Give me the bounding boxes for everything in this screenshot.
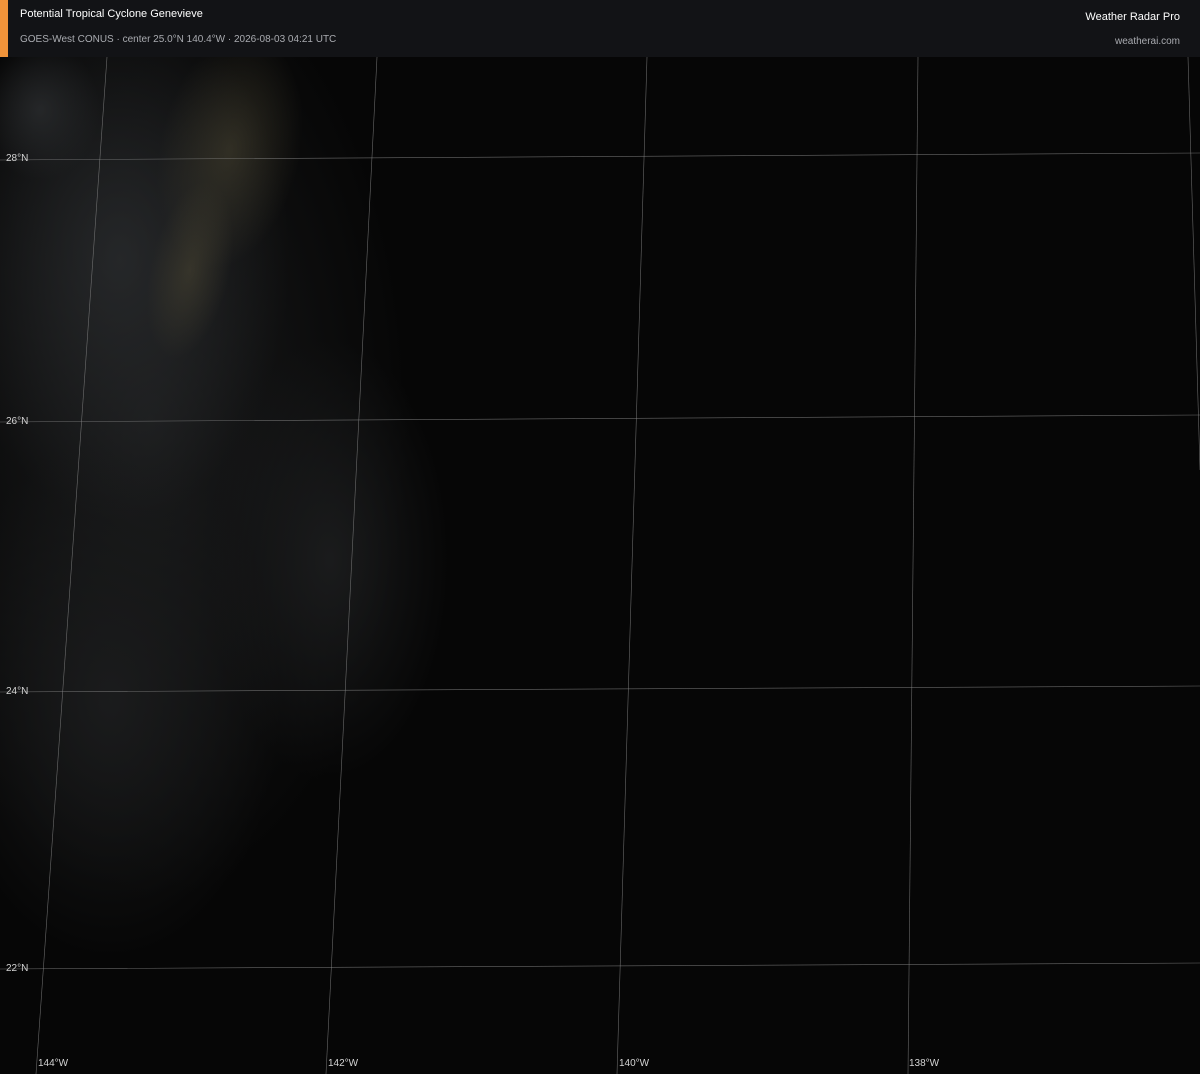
- brand-name: Weather Radar Pro: [1085, 11, 1180, 23]
- lon-label-142w: 142°W: [328, 1058, 359, 1069]
- lon-label-138w: 138°W: [909, 1058, 940, 1069]
- storm-title: Potential Tropical Cyclone Genevieve: [20, 8, 203, 20]
- satellite-map[interactable]: 28°N 26°N 24°N 22°N 144°W 142°W 140°W 13…: [0, 57, 1200, 1074]
- header-bar: Potential Tropical Cyclone Genevieve GOE…: [0, 0, 1200, 57]
- lat-label-24n: 24°N: [6, 686, 29, 697]
- image-metadata: GOES-West CONUS · center 25.0°N 140.4°W …: [20, 34, 337, 45]
- lat-label-28n: 28°N: [6, 153, 29, 164]
- lon-label-140w: 140°W: [619, 1058, 650, 1069]
- lat-label-22n: 22°N: [6, 963, 29, 974]
- map-canvas: [0, 57, 1200, 1074]
- lon-label-144w: 144°W: [38, 1058, 69, 1069]
- site-link[interactable]: weatherai.com: [1115, 36, 1180, 47]
- accent-bar: [0, 0, 8, 57]
- lat-label-26n: 26°N: [6, 416, 29, 427]
